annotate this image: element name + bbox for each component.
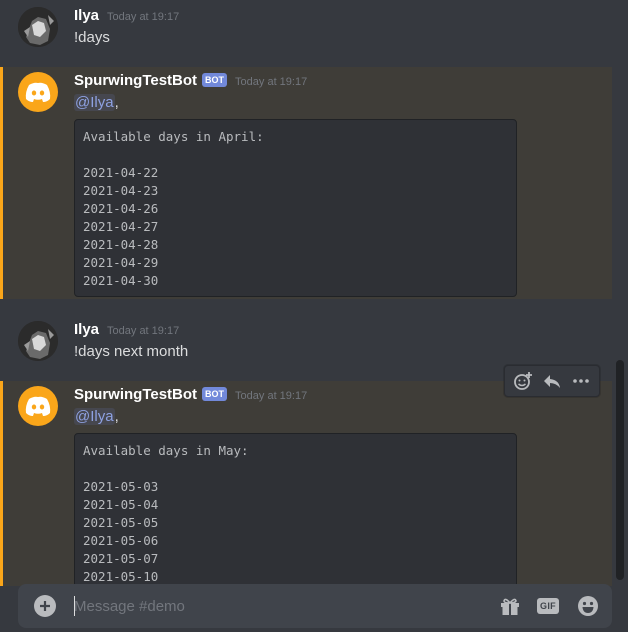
code-block: Available days in May: 2021-05-03 2021-0… <box>74 433 517 586</box>
more-options-button[interactable] <box>569 369 593 393</box>
code-line: Available days in May: <box>83 443 249 458</box>
message-timestamp: Today at 19:17 <box>107 11 180 23</box>
code-line: 2021-04-30 <box>83 273 159 288</box>
message-bot-1: SpurwingTestBot BOT Today at 19:17 @Ilya… <box>0 67 612 299</box>
message-text: !days <box>74 29 110 46</box>
mention-suffix: , <box>114 94 119 111</box>
bot-tag: BOT <box>202 73 228 87</box>
message-text: !days next month <box>74 343 189 360</box>
emoji-icon <box>578 596 598 616</box>
more-icon <box>572 379 589 383</box>
message-timestamp: Today at 19:17 <box>107 325 180 337</box>
mention-suffix: , <box>114 408 119 425</box>
reply-button[interactable] <box>540 369 564 393</box>
code-line: 2021-04-22 <box>83 165 159 180</box>
gift-button[interactable] <box>498 594 522 618</box>
gift-icon <box>501 598 519 615</box>
message-actions-toolbar <box>504 365 600 397</box>
code-line: 2021-04-26 <box>83 201 159 216</box>
code-line: Available days in April: <box>83 129 264 144</box>
code-block: Available days in April: 2021-04-22 2021… <box>74 119 517 297</box>
message-ilya-1: Ilya Today at 19:17 !days <box>0 0 612 60</box>
user-avatar-image <box>18 7 58 47</box>
message-timestamp: Today at 19:17 <box>235 76 308 88</box>
message-input[interactable] <box>74 594 474 618</box>
gif-label: GIF <box>540 601 556 611</box>
code-line: 2021-05-04 <box>83 497 159 512</box>
username[interactable]: SpurwingTestBot <box>74 72 197 89</box>
message-list: Ilya Today at 19:17 !days SpurwingTestBo… <box>0 0 628 586</box>
upload-button[interactable] <box>34 595 56 617</box>
user-avatar[interactable] <box>18 7 58 47</box>
username[interactable]: SpurwingTestBot <box>74 386 197 403</box>
user-avatar[interactable] <box>18 321 58 361</box>
message-timestamp: Today at 19:17 <box>235 390 308 402</box>
plus-icon <box>40 601 50 611</box>
code-line: 2021-04-23 <box>83 183 159 198</box>
code-line: 2021-05-06 <box>83 533 159 548</box>
add-reaction-icon <box>514 372 533 390</box>
user-avatar-image <box>18 321 58 361</box>
message-bot-2: SpurwingTestBot BOT Today at 19:17 @Ilya… <box>0 381 612 586</box>
gif-icon: GIF <box>537 598 559 614</box>
discord-logo-icon <box>25 396 51 416</box>
scrollbar[interactable] <box>614 0 628 586</box>
bot-tag: BOT <box>202 387 228 401</box>
add-reaction-button[interactable] <box>511 369 535 393</box>
emoji-button[interactable] <box>576 594 600 618</box>
user-mention[interactable]: @Ilya <box>74 408 115 425</box>
bot-avatar[interactable] <box>18 72 58 112</box>
code-line: 2021-04-29 <box>83 255 159 270</box>
username[interactable]: Ilya <box>74 321 99 338</box>
message-mention-line: @Ilya, <box>74 94 119 111</box>
code-line: 2021-04-27 <box>83 219 159 234</box>
gif-button[interactable]: GIF <box>536 594 560 618</box>
discord-logo-icon <box>25 82 51 102</box>
code-line: 2021-05-03 <box>83 479 159 494</box>
code-line: 2021-05-07 <box>83 551 159 566</box>
reply-icon <box>543 375 560 388</box>
code-line: 2021-04-28 <box>83 237 159 252</box>
user-mention[interactable]: @Ilya <box>74 94 115 111</box>
text-caret <box>74 596 75 616</box>
username[interactable]: Ilya <box>74 7 99 24</box>
scrollbar-thumb[interactable] <box>616 360 624 580</box>
message-composer: GIF <box>18 584 612 628</box>
bot-avatar[interactable] <box>18 386 58 426</box>
message-mention-line: @Ilya, <box>74 408 119 425</box>
code-line: 2021-05-05 <box>83 515 159 530</box>
